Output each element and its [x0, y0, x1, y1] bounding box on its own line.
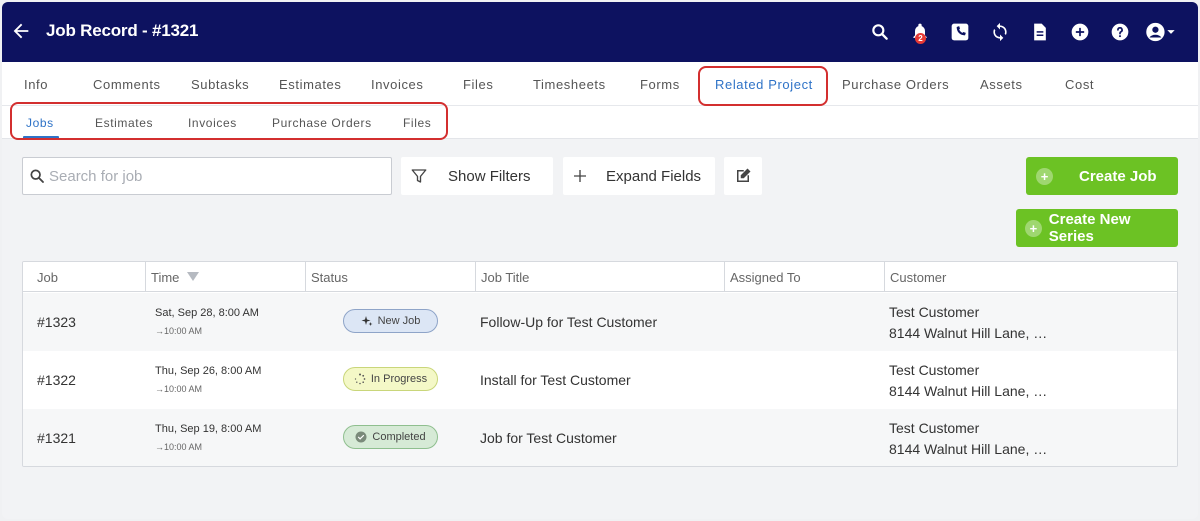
column-header-label: Status — [311, 270, 348, 285]
tab-invoices[interactable]: Invoices — [371, 77, 424, 92]
column-header-job-title[interactable]: Job Title — [476, 262, 725, 292]
filter-icon — [411, 169, 427, 183]
column-header-job[interactable]: Job — [23, 262, 146, 292]
customer-name: Test Customer — [889, 420, 980, 436]
tab-forms[interactable]: Forms — [640, 77, 680, 92]
edit-pencil-icon — [737, 168, 751, 182]
tab-cost[interactable]: Cost — [1065, 77, 1094, 92]
status-label: In Progress — [370, 373, 428, 385]
customer-address: 8144 Walnut Hill Lane, … — [889, 441, 1048, 457]
job-end-time: →10:00 AM — [155, 384, 203, 394]
show-filters-button[interactable]: Show Filters — [401, 157, 553, 195]
user-avatar-icon — [1146, 22, 1175, 42]
help-icon — [1111, 23, 1129, 41]
highlight-sub-tabs — [10, 102, 448, 140]
search-input[interactable] — [49, 167, 369, 185]
column-header-customer[interactable]: Customer — [885, 262, 1177, 292]
status-label: New Job — [377, 315, 421, 327]
column-header-label: Job Title — [481, 270, 530, 285]
job-number: #1323 — [37, 314, 76, 330]
phone-icon — [951, 23, 969, 41]
document-button[interactable] — [1020, 18, 1060, 46]
jobs-table: Job Time Status Job Title Assigned To Cu… — [22, 261, 1178, 467]
tab-purchase-orders[interactable]: Purchase Orders — [842, 77, 949, 92]
plus-circle-icon: + — [1036, 167, 1053, 185]
sync-button[interactable] — [980, 18, 1020, 46]
job-start-time: Thu, Sep 26, 8:00 AM — [155, 365, 262, 377]
job-number: #1321 — [37, 430, 76, 446]
page-title: Job Record - #1321 — [46, 21, 199, 40]
customer-address: 8144 Walnut Hill Lane, … — [889, 325, 1048, 341]
customer-name: Test Customer — [889, 362, 980, 378]
create-job-label: Create Job — [1079, 167, 1157, 185]
back-arrow-icon[interactable] — [10, 20, 32, 42]
phone-button[interactable] — [940, 18, 980, 46]
create-job-button[interactable]: + Create Job — [1026, 157, 1178, 195]
tab-files[interactable]: Files — [463, 77, 493, 92]
customer-address: 8144 Walnut Hill Lane, … — [889, 383, 1048, 399]
tab-estimates[interactable]: Estimates — [279, 77, 341, 92]
job-title: Job for Test Customer — [480, 430, 617, 446]
tab-timesheets[interactable]: Timesheets — [533, 77, 606, 92]
job-title: Follow-Up for Test Customer — [480, 314, 658, 330]
sparkle-icon — [361, 316, 373, 326]
job-end-time: →10:00 AM — [155, 326, 203, 336]
notifications-button[interactable]: 2 — [900, 18, 940, 46]
tab-info[interactable]: Info — [24, 77, 48, 92]
expand-fields-button[interactable]: Expand Fields — [563, 157, 715, 195]
plus-circle-icon: + — [1025, 219, 1042, 237]
help-button[interactable] — [1100, 18, 1140, 46]
search-icon — [30, 169, 44, 183]
table-row[interactable]: #1323 Sat, Sep 28, 8:00 AM →10:00 AM New… — [23, 293, 1177, 351]
sync-icon — [993, 22, 1007, 42]
create-new-series-button[interactable]: + Create New Series — [1016, 209, 1178, 247]
job-start-time: Sat, Sep 28, 8:00 AM — [155, 307, 259, 319]
app-window: Job Record - #1321 2 Info Comments Subta… — [2, 2, 1198, 519]
tab-subtasks[interactable]: Subtasks — [191, 77, 249, 92]
plus-icon — [574, 170, 586, 182]
search-box — [22, 157, 392, 195]
add-button[interactable] — [1060, 18, 1100, 46]
document-icon — [1034, 23, 1046, 41]
tab-assets[interactable]: Assets — [980, 77, 1023, 92]
column-header-label: Time — [151, 270, 180, 285]
search-button[interactable] — [860, 18, 900, 46]
user-menu-button[interactable] — [1140, 18, 1180, 46]
status-badge: Completed — [343, 425, 438, 449]
header-actions: 2 — [860, 18, 1180, 46]
highlight-related-project — [698, 66, 828, 106]
status-label: Completed — [372, 431, 426, 443]
column-header-label: Job — [37, 270, 58, 285]
tab-comments[interactable]: Comments — [93, 77, 161, 92]
column-header-time[interactable]: Time — [146, 262, 306, 292]
job-start-time: Thu, Sep 19, 8:00 AM — [155, 423, 262, 435]
column-header-label: Customer — [890, 270, 947, 285]
notification-badge: 2 — [915, 33, 926, 44]
status-badge: New Job — [343, 309, 438, 333]
edit-button[interactable] — [724, 157, 762, 195]
create-new-series-label: Create New Series — [1048, 211, 1131, 245]
spinner-icon — [354, 373, 366, 385]
job-end-time: →10:00 AM — [155, 442, 203, 452]
column-header-status[interactable]: Status — [306, 262, 476, 292]
expand-fields-label: Expand Fields — [606, 167, 702, 185]
show-filters-label: Show Filters — [448, 167, 531, 185]
status-badge: In Progress — [343, 367, 438, 391]
sort-descending-icon — [187, 272, 200, 281]
column-header-assigned-to[interactable]: Assigned To — [725, 262, 885, 292]
table-header: Job Time Status Job Title Assigned To Cu… — [23, 262, 1177, 292]
column-header-label: Assigned To — [730, 270, 801, 285]
table-row[interactable]: #1321 Thu, Sep 19, 8:00 AM →10:00 AM Com… — [23, 409, 1177, 466]
customer-name: Test Customer — [889, 304, 980, 320]
job-title: Install for Test Customer — [480, 372, 631, 388]
main-tab-bar: Info Comments Subtasks Estimates Invoice… — [2, 62, 1198, 106]
top-navigation-bar: Job Record - #1321 2 — [2, 2, 1198, 62]
plus-circle-icon — [1071, 23, 1089, 41]
check-circle-icon — [355, 431, 367, 443]
table-row[interactable]: #1322 Thu, Sep 26, 8:00 AM →10:00 AM In … — [23, 351, 1177, 409]
search-icon — [872, 24, 888, 40]
job-number: #1322 — [37, 372, 76, 388]
